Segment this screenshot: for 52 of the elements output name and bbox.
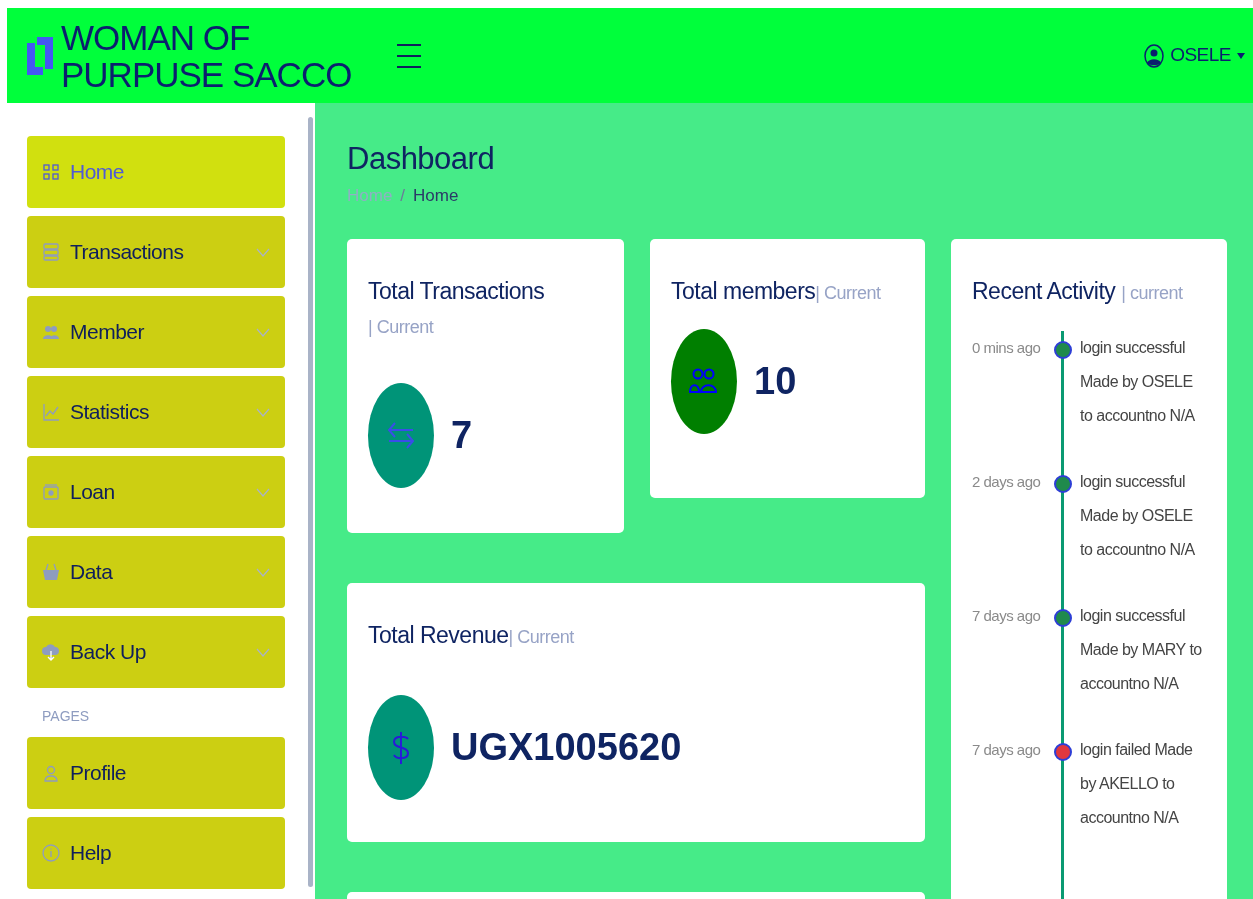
- caret-icon: [1237, 52, 1245, 59]
- sidebar-item[interactable]: Statistics: [27, 376, 285, 448]
- activity-time: 7 days ago: [972, 605, 1042, 626]
- cloud-download-icon: [42, 643, 60, 661]
- basket-icon: [42, 563, 60, 581]
- activity-time: 0 mins ago: [972, 337, 1042, 358]
- card-title: Total members: [671, 277, 816, 304]
- brand-name: WOMAN OF PURPUSE SACCO: [61, 18, 352, 93]
- stat-value: 7: [451, 412, 473, 458]
- sidebar-item[interactable]: Profile: [27, 737, 285, 809]
- chevron-down-icon: [256, 247, 270, 257]
- card-title: Recent Activity: [972, 277, 1117, 304]
- sidebar-item[interactable]: Home: [27, 136, 285, 208]
- info-icon: [42, 844, 60, 862]
- card-subtitle: | Current: [368, 315, 435, 339]
- breadcrumb-item: Home: [413, 185, 459, 207]
- sidebar-item[interactable]: Transactions: [27, 216, 285, 288]
- stat-value: UGX1005620: [451, 724, 682, 770]
- chevron-down-icon: [256, 327, 270, 337]
- sidebar-item[interactable]: Member: [27, 296, 285, 368]
- activity-text: login successful Made by OSELE to accountno N/A: [1080, 337, 1196, 426]
- sidebar-item[interactable]: Data: [27, 536, 285, 608]
- grid-icon: [42, 163, 60, 181]
- card-title: Total Transactions: [368, 277, 545, 304]
- card-subtitle: | current: [1121, 282, 1183, 303]
- sidebar-item[interactable]: Back Up: [27, 616, 285, 688]
- chevron-down-icon: [256, 567, 270, 577]
- sidebar-item[interactable]: Loan: [27, 456, 285, 528]
- user-avatar-icon: [1144, 43, 1165, 68]
- card-subtitle: | Current: [508, 626, 574, 647]
- page-title: Dashboard: [347, 141, 496, 177]
- person-icon: [42, 764, 60, 782]
- cash-icon: [42, 483, 60, 501]
- user-menu[interactable]: OSELE: [1144, 41, 1245, 70]
- chevron-down-icon: [256, 487, 270, 497]
- card-title: Total Revenue: [368, 621, 509, 648]
- chevron-down-icon: [256, 407, 270, 417]
- activity-text: login successful Made by MARY to accountno N/A: [1080, 605, 1203, 694]
- stat-value: 10: [754, 358, 797, 404]
- line-chart-icon: [42, 403, 60, 421]
- section-heading: PAGES: [42, 707, 91, 726]
- activity-time: 2 days ago: [972, 471, 1042, 492]
- server-icon: [42, 243, 60, 261]
- activity-text: login successful Made by OSELE to accountno N/A: [1080, 471, 1196, 560]
- chevron-down-icon: [256, 647, 270, 657]
- card-subtitle: | Current: [815, 282, 881, 303]
- activity-text: login failed Made by AKELLO to accountno N/A: [1080, 739, 1194, 828]
- activity-time: 7 days ago: [972, 739, 1042, 760]
- breadcrumb-separator: /: [400, 185, 406, 207]
- logo-icon: [27, 36, 53, 75]
- sidebar-item[interactable]: Help: [27, 817, 285, 889]
- people-icon: [42, 323, 60, 341]
